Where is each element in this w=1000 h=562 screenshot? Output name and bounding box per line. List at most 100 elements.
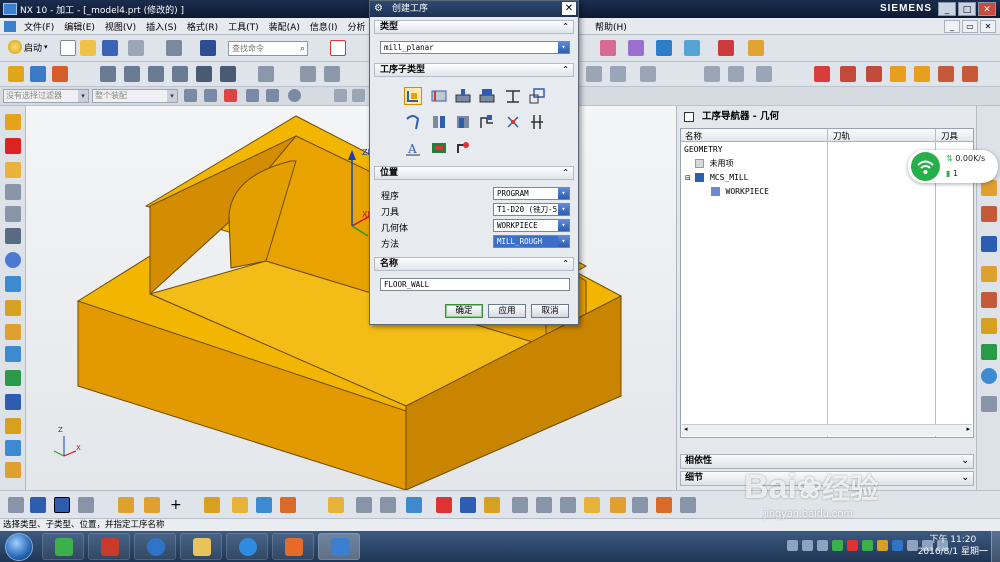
csys-icon[interactable] xyxy=(718,40,734,56)
gear-icon[interactable]: ⚙ xyxy=(374,3,386,15)
security-icon[interactable] xyxy=(847,540,858,551)
name-section-header[interactable]: 名称 ⌃ xyxy=(374,257,574,271)
create-program-icon[interactable] xyxy=(8,66,24,82)
show-desktop-button[interactable] xyxy=(991,531,1000,562)
ime-icon[interactable] xyxy=(802,540,813,551)
hole-icon[interactable] xyxy=(328,497,344,513)
render-icon[interactable] xyxy=(656,497,672,513)
wcs-icon[interactable] xyxy=(632,497,648,513)
finish-walls-subtype-icon[interactable] xyxy=(430,113,448,131)
web-browser-icon[interactable] xyxy=(5,228,21,244)
wireframe-view-icon[interactable] xyxy=(352,89,365,102)
tooling-icon[interactable] xyxy=(5,462,21,478)
tray-yellow-icon[interactable] xyxy=(877,540,888,551)
horizontal-scrollbar[interactable]: ◂ ▸ xyxy=(682,424,972,436)
planar-mill-subtype-icon[interactable] xyxy=(504,87,522,105)
app-menu-icon[interactable] xyxy=(4,20,16,32)
taskbar-app-k[interactable] xyxy=(134,533,176,560)
close-window-button[interactable]: ✕ xyxy=(978,2,996,16)
pattern-icon[interactable] xyxy=(406,497,422,513)
cancel-button[interactable]: 取消 xyxy=(531,304,569,318)
planar-text-subtype-icon[interactable]: A xyxy=(404,139,422,157)
dependencies-section-header[interactable]: 相依性 ⌄ xyxy=(680,454,974,469)
command-search-input[interactable]: 查找命令 ⌕ xyxy=(228,41,308,56)
layer-settings-icon[interactable] xyxy=(890,66,906,82)
select-icon[interactable] xyxy=(30,497,46,513)
new-file-icon[interactable] xyxy=(60,40,76,56)
menu-insert[interactable]: 插入(S) xyxy=(141,20,182,33)
tree-row-geometry[interactable]: GEOMETRY xyxy=(681,143,827,157)
taskbar-app-red[interactable] xyxy=(88,533,130,560)
select-all-icon[interactable] xyxy=(204,89,217,102)
shaded-view-icon[interactable] xyxy=(334,89,347,102)
layer-manager-icon[interactable] xyxy=(5,418,21,434)
dialog-close-button[interactable]: ✕ xyxy=(562,2,576,15)
menu-information[interactable]: 信息(I) xyxy=(305,20,343,33)
operation-name-input[interactable]: FLOOR_WALL xyxy=(380,278,570,291)
create-tool-icon[interactable] xyxy=(30,66,46,82)
geometry-select[interactable]: WORKPIECE ▾ xyxy=(493,219,570,232)
measure-icon[interactable] xyxy=(748,40,764,56)
finish-floor-subtype-icon[interactable] xyxy=(454,113,472,131)
snap-mid-icon[interactable] xyxy=(266,89,279,102)
undo-icon[interactable] xyxy=(128,40,144,56)
flag-icon[interactable] xyxy=(907,540,918,551)
process-studio-icon[interactable] xyxy=(5,300,21,316)
expand-toggle-icon[interactable]: ⊟ xyxy=(685,174,691,182)
replay-icon[interactable] xyxy=(728,66,744,82)
column-tool[interactable]: 刀具 xyxy=(941,130,958,142)
boolean-icon[interactable] xyxy=(280,497,296,513)
cut-operation-icon[interactable] xyxy=(196,66,212,82)
extrude-icon[interactable] xyxy=(232,497,248,513)
move-tool-icon[interactable] xyxy=(756,66,772,82)
cleanup-corners-subtype-icon[interactable] xyxy=(404,113,422,131)
method-select[interactable]: MILL_ROUGH ▾ xyxy=(493,235,570,248)
web-browser-tab-icon[interactable] xyxy=(981,368,997,384)
windows-start-button[interactable] xyxy=(5,533,33,561)
menu-edit[interactable]: 编辑(E) xyxy=(59,20,100,33)
transform-object-icon[interactable] xyxy=(300,66,316,82)
method-view-icon[interactable] xyxy=(172,66,188,82)
face-milling-manual-subtype-icon[interactable] xyxy=(478,87,496,105)
open-folder-icon[interactable] xyxy=(80,40,96,56)
tool-list-icon[interactable] xyxy=(840,66,856,82)
menu-view[interactable]: 视图(V) xyxy=(100,20,141,33)
shaded-icon[interactable] xyxy=(54,497,70,513)
column-name[interactable]: 名称 xyxy=(685,130,702,142)
manufacturing-wizard-icon[interactable] xyxy=(5,324,21,340)
feature-ops-icon[interactable] xyxy=(586,66,602,82)
display-toolpath-icon[interactable] xyxy=(220,66,236,82)
prt-icon[interactable] xyxy=(5,394,21,410)
machine-tool-navigator-icon[interactable] xyxy=(981,266,997,282)
thread-milling-subtype-icon[interactable] xyxy=(528,113,546,131)
fit-view-icon[interactable] xyxy=(330,40,346,56)
export-icon[interactable] xyxy=(962,66,978,82)
sub-minimize-button[interactable]: _ xyxy=(944,20,960,33)
menu-tools[interactable]: 工具(T) xyxy=(223,20,264,33)
feeds-speeds-icon[interactable] xyxy=(866,66,882,82)
simulate-icon[interactable] xyxy=(704,66,720,82)
operation-navigator-tab-icon[interactable] xyxy=(981,236,997,252)
menu-file[interactable]: 文件(F) xyxy=(19,20,59,33)
blend-icon[interactable] xyxy=(356,497,372,513)
trim-icon[interactable] xyxy=(484,497,500,513)
tray-icon[interactable] xyxy=(817,540,828,551)
visualization-icon[interactable] xyxy=(5,346,21,362)
face-milling-subtype-icon[interactable] xyxy=(454,87,472,105)
verify-toolpath-icon[interactable] xyxy=(628,40,644,56)
hd3d-tools-icon[interactable] xyxy=(981,344,997,360)
minimize-button[interactable]: _ xyxy=(938,2,956,16)
network-speed-widget[interactable]: ⇅ 0.00K/s ▮ 1 xyxy=(908,150,998,183)
palette-icon[interactable] xyxy=(5,370,21,386)
taskbar-explorer[interactable] xyxy=(180,533,222,560)
tree-row-mcs-mill[interactable]: ⊟ MCS_MILL xyxy=(681,171,827,185)
groove-milling-subtype-icon[interactable] xyxy=(478,113,496,131)
snap-center-icon[interactable] xyxy=(288,89,301,102)
create-geometry-icon[interactable] xyxy=(52,66,68,82)
edit-object-icon[interactable] xyxy=(258,66,274,82)
assembly-navigator-tab-icon[interactable] xyxy=(981,206,997,222)
program-select[interactable]: PROGRAM ▾ xyxy=(493,187,570,200)
mill-user-subtype-icon[interactable] xyxy=(454,139,472,157)
save-icon[interactable] xyxy=(102,40,118,56)
constraint-navigator-icon[interactable] xyxy=(5,162,21,178)
